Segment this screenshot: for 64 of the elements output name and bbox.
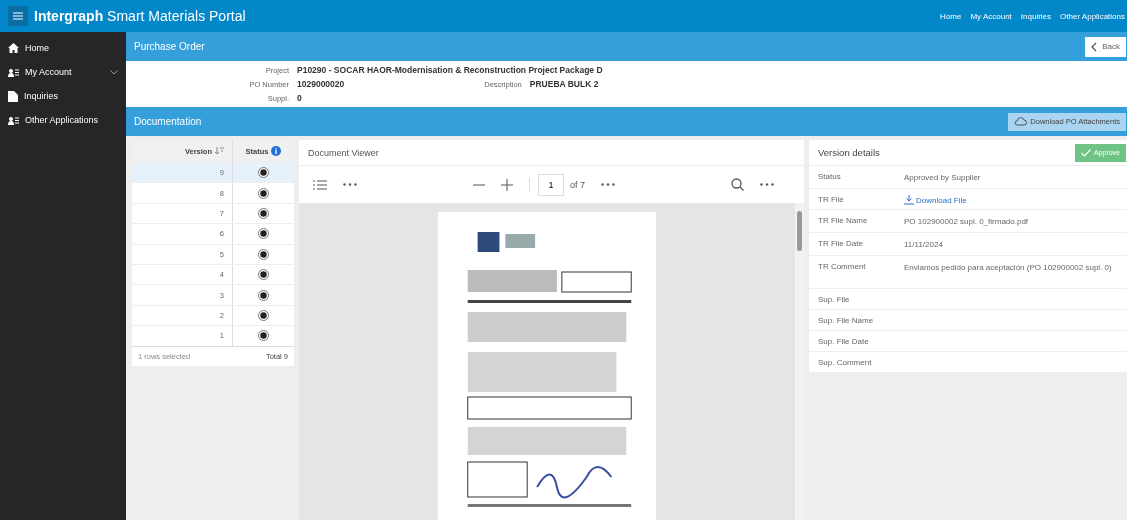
more-icon[interactable] [760,183,774,186]
menu-button[interactable] [8,6,28,26]
nav-link[interactable]: Inquiries [1020,11,1052,21]
field-value: 0 [297,93,302,103]
panel-title: Document Viewer [299,140,804,166]
status-icon [258,289,269,301]
scrollbar[interactable] [795,203,804,520]
field-value: P10290 - SOCAR HAOR-Modernisation & Reconstruction Project Package D [297,65,603,75]
status-icon [258,269,269,281]
sidebar-item[interactable]: Home [0,36,126,60]
detail-label: Sup. File Name [818,316,875,325]
document-icon [8,90,18,102]
detail-label: TR File Date [818,239,864,248]
sort-icon [215,147,224,155]
nav-link[interactable]: My Account [970,11,1012,21]
download-link[interactable]: Download File [904,195,967,205]
zoom-in-icon[interactable] [501,178,513,191]
zoom-out-icon[interactable] [473,183,485,186]
app-title: Intergraph Smart Materials Portal [34,8,246,24]
detail-value: 11/11/2024 [904,239,944,251]
search-icon[interactable] [731,178,744,191]
status-icon [258,309,269,321]
status-icon [258,207,269,219]
section-title: Documentation [134,116,202,127]
more-icon[interactable] [343,183,357,186]
info-icon [271,146,282,156]
field-value: PRUEBA BULK 2 [529,79,599,89]
detail-label: TR Comment [818,262,867,271]
more-icon[interactable] [601,183,615,186]
detail-label: Status [818,172,842,181]
sidebar-item[interactable]: Inquiries [0,84,126,108]
check-icon [1080,148,1091,157]
detail-label: Sup. File Date [818,337,870,346]
list-icon[interactable] [313,179,327,190]
menu-icon [13,12,23,20]
status-icon [258,228,269,240]
back-button[interactable]: Back [1085,36,1126,57]
field-value: 1029000020 [297,79,345,89]
chevron-icon [110,69,118,75]
home-icon [8,43,19,53]
status-icon [258,330,269,342]
panel-title: Version details [818,147,880,158]
page-count: of 7 [570,179,585,190]
nav-link[interactable]: Other Applications [1060,11,1125,21]
cloud-icon [1014,117,1028,126]
id-card-icon [8,115,19,125]
detail-value: Enviamos pedido para aceptación (PO 102900002 supl. 0) [904,262,1113,274]
download-icon [904,195,914,205]
status-icon [258,187,269,199]
section-title: Purchase Order [134,41,205,52]
detail-label: TR File [818,195,845,204]
detail-label: TR File Name [818,216,869,225]
status-icon [258,167,269,179]
detail-value: PO 102900002 supl. 0_firmado.pdf [904,216,1030,228]
detail-label: Sup. File [818,295,851,304]
page-field[interactable]: 1 [538,173,564,196]
chevron-left-icon [1091,41,1098,52]
sidebar-item[interactable]: My Account [0,60,126,84]
id-card-icon [8,67,19,77]
status-icon [258,248,269,260]
detail-value: Approved by Supplier [904,172,982,184]
nav-link[interactable]: Home [940,11,962,21]
detail-label: Sup. Comment [818,358,873,367]
sidebar-item[interactable]: Other Applications [0,108,126,132]
